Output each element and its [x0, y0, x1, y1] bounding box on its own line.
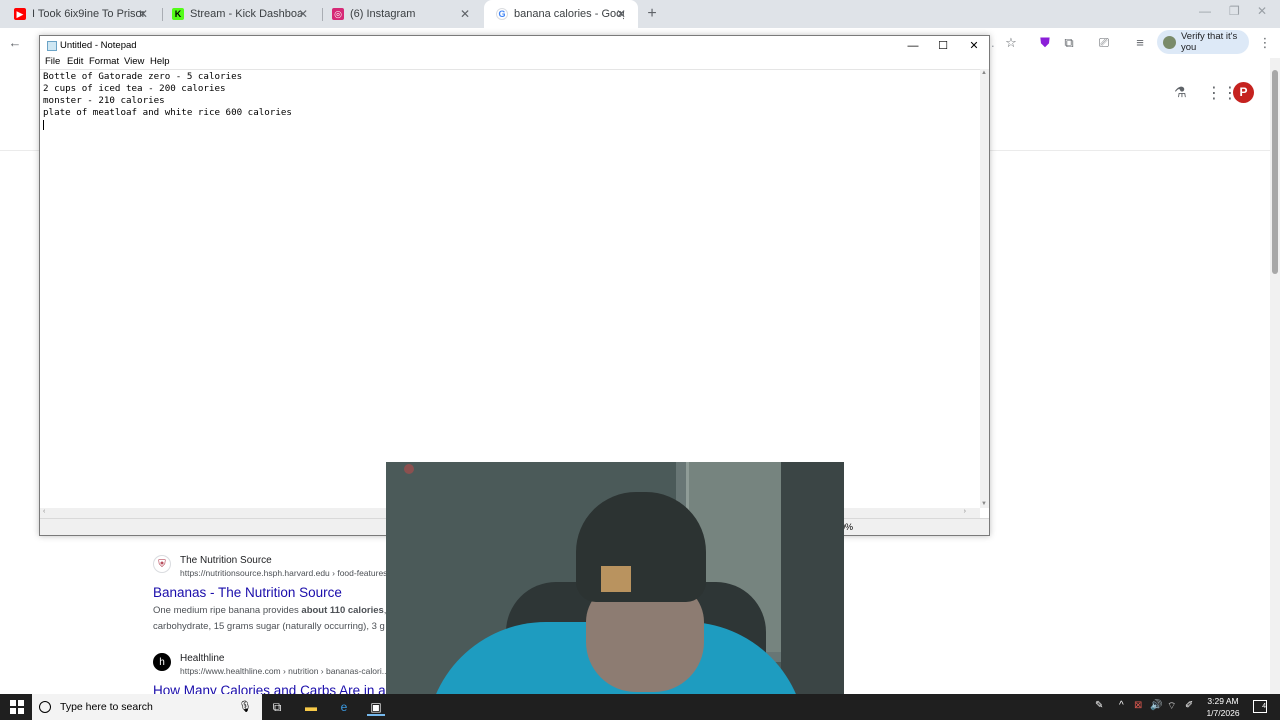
close-tab-icon[interactable]: ✕: [614, 7, 628, 21]
notepad-menubar: File Edit Format View Help: [40, 56, 989, 69]
webcam-background-shadow: [781, 462, 844, 720]
tab-title: banana calories - Google Search: [514, 8, 624, 20]
network-icon[interactable]: ⌔: [1167, 700, 1176, 713]
notification-count: 4: [1262, 703, 1266, 710]
kick-icon: K: [172, 8, 184, 20]
search-circle-icon: [39, 701, 51, 713]
search-result: ⛨ The Nutrition Source https://nutrition…: [153, 554, 393, 634]
page-scrollbar[interactable]: [1270, 58, 1280, 694]
system-clock[interactable]: 3:29 AM 1/7/2026: [1200, 695, 1246, 719]
browser-tab-strip: ▶ I Took 6ix9ine To Prison... - YouTube …: [0, 0, 1280, 28]
windows-start-icon[interactable]: [10, 700, 24, 714]
new-tab-button[interactable]: +: [644, 6, 660, 22]
clock-date: 1/7/2026: [1206, 708, 1240, 718]
text-line: Bottle of Gatorade zero - 5 calories: [43, 71, 243, 82]
result-url[interactable]: https://nutritionsource.hsph.harvard.edu…: [180, 567, 387, 580]
menu-view[interactable]: View: [124, 56, 144, 67]
minimize-icon[interactable]: —: [903, 38, 923, 54]
tab-youtube[interactable]: ▶ I Took 6ix9ine To Prison... - YouTube …: [2, 0, 160, 28]
minimize-icon[interactable]: —: [1199, 4, 1211, 18]
text-line: 2 cups of iced tea - 200 calories: [43, 83, 226, 94]
youtube-icon: ▶: [14, 8, 26, 20]
cast-icon[interactable]: ⎚: [1095, 34, 1113, 52]
search-result: h Healthline https://www.healthline.com …: [153, 652, 389, 698]
verify-identity-chip[interactable]: Verify that it's you: [1157, 30, 1249, 54]
security-alert-icon[interactable]: ⊠: [1134, 700, 1142, 711]
notification-center-icon[interactable]: 4: [1253, 700, 1267, 713]
webcam-overlay: [386, 462, 844, 720]
text-line: monster - 210 calories: [43, 95, 165, 106]
result-snippet-line: carbohydrate, 15 grams sugar (naturally …: [153, 621, 385, 632]
result-title[interactable]: Bananas - The Nutrition Source: [153, 585, 393, 600]
text-line: plate of meatloaf and white rice 600 cal…: [43, 107, 292, 118]
pen-workspace-icon[interactable]: ✎: [1095, 700, 1103, 711]
result-source: The Nutrition Source: [180, 555, 272, 566]
result-source: Healthline: [180, 653, 225, 664]
back-arrow-icon[interactable]: ←: [6, 34, 24, 52]
result-url[interactable]: https://www.healthline.com › nutrition ›…: [180, 665, 389, 678]
notepad-app-icon: [47, 41, 57, 51]
scrollbar-thumb[interactable]: [1272, 70, 1278, 274]
edge-browser-icon[interactable]: e: [335, 698, 353, 716]
tab-title: I Took 6ix9ine To Prison... - YouTube: [32, 8, 144, 20]
scroll-left-icon[interactable]: ‹: [43, 508, 45, 515]
chrome-menu-icon[interactable]: ⋮: [1256, 34, 1274, 52]
webcam-person-beanie: [576, 492, 706, 602]
result-snippet: One medium ripe banana provides about 11…: [153, 605, 393, 616]
tab-title: Stream - Kick Dashboard: [190, 8, 302, 20]
record-indicator-icon: [404, 464, 414, 474]
notepad-titlebar[interactable]: Untitled - Notepad — ☐ ✕: [40, 36, 989, 56]
beanie-logo-patch: [601, 566, 631, 592]
clock-time: 3:29 AM: [1207, 696, 1239, 706]
task-view-icon[interactable]: ⧉: [268, 698, 286, 716]
show-hidden-icons-chevron[interactable]: ^: [1119, 700, 1124, 711]
menu-help[interactable]: Help: [150, 56, 170, 67]
windows-taskbar: Type here to search 🎙 ⧉ ▬ e ▣ ✎ ^ ⊠ 🔊 ⌔ …: [0, 694, 1280, 720]
ublock-extension-icon[interactable]: ⛊: [1036, 34, 1054, 52]
window-title: Untitled - Notepad: [60, 40, 137, 51]
tab-instagram[interactable]: ◎ (6) Instagram ✕: [320, 0, 482, 28]
close-window-icon[interactable]: ✕: [1257, 4, 1267, 18]
tab-kick[interactable]: K Stream - Kick Dashboard ✕: [160, 0, 320, 28]
maximize-icon[interactable]: ☐: [933, 38, 953, 54]
restore-icon[interactable]: ❐: [1229, 4, 1240, 18]
text-caret: [43, 120, 44, 130]
ink-icon[interactable]: ✐: [1185, 700, 1193, 711]
reading-list-icon[interactable]: ≡: [1131, 34, 1149, 52]
labs-flask-icon[interactable]: ⚗: [1174, 84, 1187, 101]
file-explorer-icon[interactable]: ▬: [302, 698, 320, 716]
close-tab-icon[interactable]: ✕: [296, 7, 310, 21]
notepad-window: Untitled - Notepad — ☐ ✕ File Edit Forma…: [39, 35, 990, 536]
healthline-icon: h: [153, 653, 171, 671]
scroll-down-icon[interactable]: ▼: [981, 501, 987, 507]
extensions-puzzle-icon[interactable]: ⧉: [1060, 34, 1078, 52]
verify-label: Verify that it's you: [1181, 31, 1238, 53]
notepad-text-area[interactable]: Bottle of Gatorade zero - 5 calories 2 c…: [40, 69, 980, 508]
scroll-right-icon[interactable]: ›: [964, 508, 966, 515]
vertical-scrollbar[interactable]: ▲ ▼: [980, 69, 989, 508]
bookmark-star-icon[interactable]: ☆: [1002, 34, 1020, 52]
menu-format[interactable]: Format: [89, 56, 119, 67]
scroll-up-icon[interactable]: ▲: [981, 70, 987, 76]
close-icon[interactable]: ✕: [964, 38, 984, 54]
menu-file[interactable]: File: [45, 56, 60, 67]
instagram-icon: ◎: [332, 8, 344, 20]
account-avatar[interactable]: P: [1233, 82, 1254, 103]
store-icon[interactable]: ▣: [367, 698, 385, 716]
google-icon: G: [496, 8, 508, 20]
tab-title: (6) Instagram: [350, 8, 416, 20]
search-placeholder: Type here to search: [60, 701, 153, 713]
tab-google-search[interactable]: G banana calories - Google Search ✕: [484, 0, 638, 28]
profile-avatar-icon: [1163, 35, 1176, 49]
harvard-shield-icon: ⛨: [153, 555, 171, 573]
taskbar-search-box[interactable]: Type here to search 🎙: [32, 694, 262, 720]
close-tab-icon[interactable]: ✕: [136, 7, 150, 21]
close-tab-icon[interactable]: ✕: [458, 7, 472, 21]
volume-icon[interactable]: 🔊: [1150, 700, 1162, 711]
menu-edit[interactable]: Edit: [67, 56, 83, 67]
microphone-icon[interactable]: 🎙: [238, 700, 252, 713]
